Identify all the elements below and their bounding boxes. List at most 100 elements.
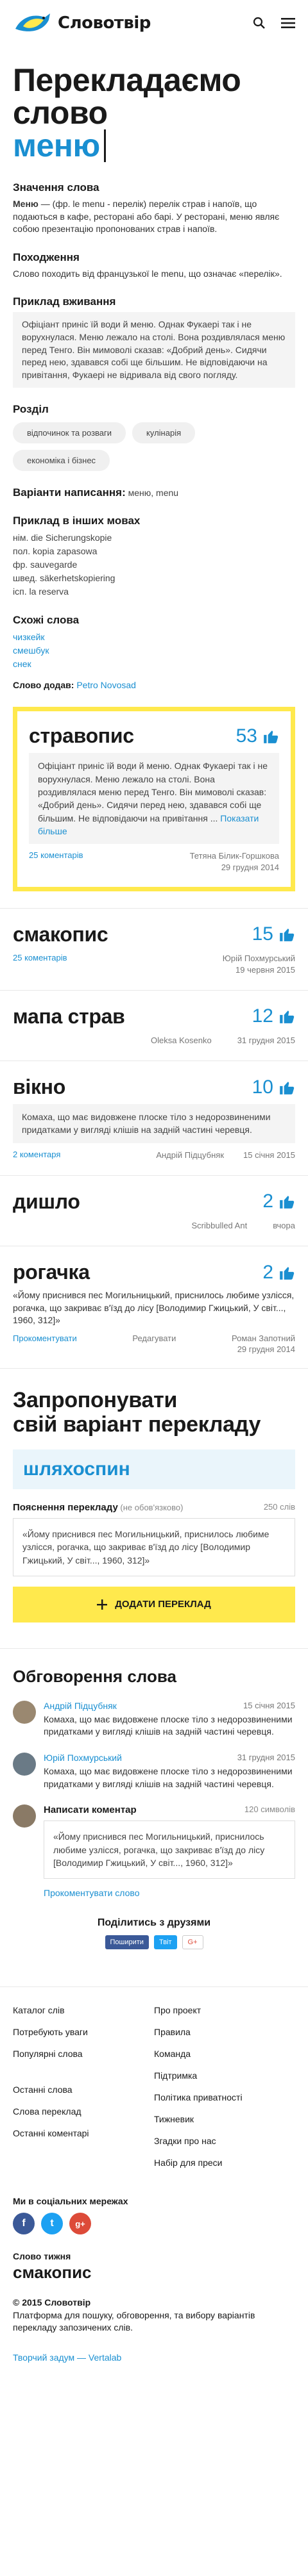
vote-score[interactable]: 12 [252, 1005, 295, 1027]
title-line1: Перекладаємо [13, 62, 241, 98]
title-line2: слово [13, 95, 108, 131]
comment-date: 31 грудня 2015 [237, 1753, 295, 1763]
search-icon[interactable] [253, 17, 266, 29]
explanation-label: Пояснення перекладу [13, 1501, 118, 1513]
added-by: Слово додав: Petro Novosad [13, 680, 295, 690]
list-item: ісп. la reserva [13, 586, 69, 597]
comment-date: 15 січня 2015 [243, 1700, 295, 1710]
avatar [13, 1700, 36, 1724]
vote-score[interactable]: 53 [236, 725, 279, 747]
gplus-share-button[interactable]: G+ [182, 1935, 203, 1950]
usage-example: Офіціант приніс їй води й меню. Однак Фу… [13, 312, 295, 388]
variant-date: 29 грудня 2014 [221, 863, 279, 873]
write-comment: Написати коментар 120 символів «Йому прис… [13, 1804, 295, 1898]
added-user-link[interactable]: Petro Novosad [76, 680, 136, 690]
list-item: пол. kopia zapasowa [13, 546, 98, 557]
logo[interactable]: Словотвір [13, 10, 151, 37]
variant-date: 31 грудня 2015 [237, 1035, 295, 1045]
new-word-input[interactable]: шляхоспин [13, 1449, 295, 1489]
copyright-line: © 2015 Словотвір [13, 2297, 91, 2308]
add-translation-label: ДОДАТИ ПЕРЕКЛАД [115, 1599, 211, 1610]
variant-author: Роман Запотний [231, 1333, 295, 1343]
avatar [13, 1753, 36, 1776]
write-comment-counter: 120 символів [244, 1804, 295, 1815]
credit-link[interactable]: Творчий задум — Vertalab [13, 2352, 121, 2363]
score-value: 2 [262, 1261, 273, 1283]
page-title: Перекладаємо слово меню [13, 64, 295, 162]
footer-link[interactable]: Популярні слова [13, 2049, 154, 2059]
twitter-share-button[interactable]: Твіт [153, 1935, 177, 1950]
vote-score[interactable]: 15 [252, 923, 295, 945]
logo-text: Словотвір [58, 13, 151, 33]
social-heading: Ми в соціальних мережах [13, 2196, 128, 2207]
usage-heading: Приклад вживання [13, 295, 116, 308]
google-plus-icon[interactable]: g+ [69, 2213, 91, 2235]
comments-link[interactable]: 25 коментарів [29, 850, 83, 860]
footer-link[interactable]: Про проект [154, 2005, 295, 2015]
add-translation-button[interactable]: ДОДАТИ ПЕРЕКЛАД [13, 1586, 295, 1622]
propose-section: Запропонувати свій варіант перекладу шлях… [0, 1367, 308, 1629]
variant-word[interactable]: стравопис [29, 724, 134, 748]
site-header: Словотвір [0, 0, 308, 46]
footer-link[interactable]: Потребують уваги [13, 2027, 154, 2037]
vote-score[interactable]: 10 [252, 1077, 295, 1098]
comment-author[interactable]: Андрій Підцубняк [44, 1701, 117, 1711]
score-value: 15 [252, 923, 273, 945]
thumbs-up-icon[interactable] [278, 1193, 295, 1210]
meaning-term: Меню [13, 199, 38, 209]
avatar [13, 1804, 36, 1828]
comments-link[interactable]: 2 коментаря [13, 1150, 60, 1159]
footer-link[interactable]: Підтримка [154, 2070, 295, 2081]
vote-score[interactable]: 2 [262, 1262, 295, 1284]
thumbs-up-icon[interactable] [262, 728, 279, 745]
thumbs-up-icon[interactable] [278, 1079, 295, 1096]
twitter-icon[interactable]: t [41, 2213, 63, 2235]
hamburger-menu-icon[interactable] [281, 17, 295, 29]
footer-link[interactable]: Останні коментарі [13, 2128, 154, 2138]
synonyms-list: чизкейк смешбук снек [13, 631, 295, 671]
facebook-share-button[interactable]: Поширити [105, 1935, 149, 1950]
footer-link[interactable]: Політика приватності [154, 2092, 295, 2102]
section-heading: Розділ [13, 403, 49, 416]
thumbs-up-icon[interactable] [278, 1264, 295, 1281]
facebook-icon[interactable]: f [13, 2213, 35, 2235]
comment-textarea[interactable]: «Йому приснився пес Могильницький, присн… [44, 1821, 295, 1879]
synonym-link[interactable]: снек [13, 657, 295, 671]
spelling-row: Варіанти написання: меню, menu [13, 486, 295, 499]
comment-word-link[interactable]: Прокоментувати слово [44, 1888, 295, 1898]
footer-link[interactable]: Каталог слів [13, 2005, 154, 2015]
variant-word[interactable]: мапа страв [13, 1005, 125, 1028]
thumbs-up-icon[interactable] [278, 1008, 295, 1025]
word-of-week[interactable]: смакопис [13, 2263, 295, 2283]
explanation-counter: 250 слів [263, 1501, 295, 1512]
category-chip[interactable]: економіка і бізнес [13, 450, 110, 472]
variant-author: Юрій Похмурський [222, 953, 295, 963]
comment-author[interactable]: Юрій Похмурський [44, 1753, 122, 1763]
category-chip[interactable]: кулінарія [132, 422, 196, 444]
variant-word[interactable]: дишло [13, 1190, 80, 1214]
variant-author: Андрій Підцубняк [156, 1150, 225, 1160]
footer-link[interactable]: Згадки про нас [154, 2136, 295, 2146]
footer-link[interactable]: Слова переклад [13, 2106, 154, 2117]
vote-score[interactable]: 2 [262, 1191, 295, 1212]
footer-link[interactable]: Правила [154, 2027, 295, 2037]
comments-link[interactable]: 25 коментарів [13, 953, 67, 962]
variant-word[interactable]: рогачка [13, 1260, 90, 1284]
variant-word[interactable]: вікно [13, 1075, 65, 1099]
thumbs-up-icon[interactable] [278, 926, 295, 943]
comment-text: Комаха, що має видовжене плоске тіло з н… [44, 1713, 293, 1737]
origin-text: Слово походить від французької le menu, … [13, 268, 282, 279]
synonym-link[interactable]: чизкейк [13, 631, 295, 644]
synonym-link[interactable]: смешбук [13, 644, 295, 657]
comment-link[interactable]: Прокоментувати [13, 1333, 77, 1343]
footer-link[interactable]: Тижневик [154, 2114, 295, 2124]
category-chip[interactable]: відпочинок та розваги [13, 422, 126, 444]
spelling-value: меню, menu [125, 488, 179, 499]
variant-word[interactable]: смакопис [13, 923, 108, 946]
footer-link[interactable]: Набір для преси [154, 2158, 295, 2168]
explanation-textarea[interactable]: «Йому приснився пес Могильницький, присн… [13, 1517, 295, 1576]
footer-link[interactable]: Останні слова [13, 2085, 154, 2095]
edit-link[interactable]: Редагувати [132, 1333, 176, 1343]
title-word: меню [13, 129, 106, 162]
footer-link[interactable]: Команда [154, 2049, 295, 2059]
